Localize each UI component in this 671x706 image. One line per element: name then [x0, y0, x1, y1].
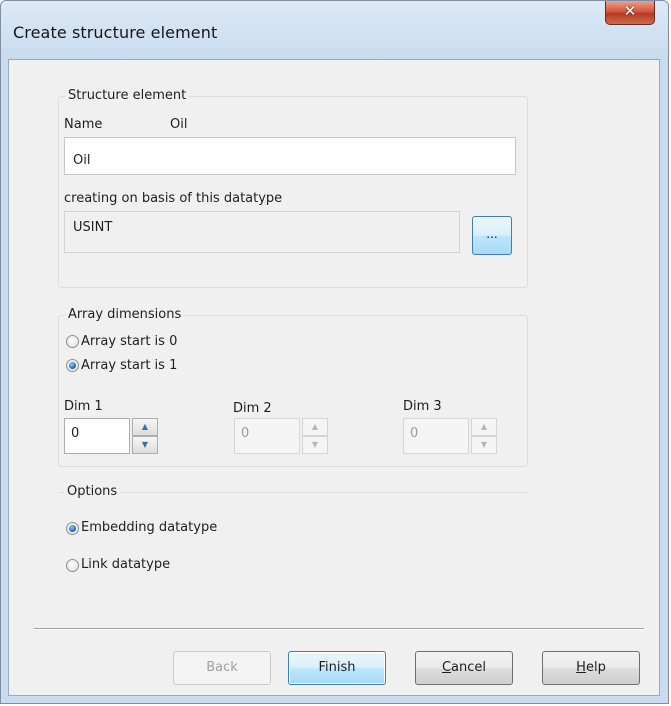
link-datatype-label: Link datatype [81, 557, 171, 572]
name-input[interactable] [64, 137, 516, 175]
back-button[interactable]: Back [173, 651, 271, 685]
dim-1-down-button[interactable]: ▼ [132, 436, 158, 454]
dim-2-value: 0 [234, 418, 300, 454]
datatype-field: USINT [64, 211, 460, 253]
cancel-button[interactable]: Cancel [415, 651, 513, 685]
embedding-datatype-option[interactable]: Embedding datatype [66, 520, 286, 538]
spin-up-icon: ▲ [311, 422, 319, 431]
dim-3-up-button: ▲ [471, 418, 497, 436]
structure-element-group-title: Structure element [65, 88, 190, 103]
dim-1-spinner[interactable]: 0 ▲ ▼ [64, 418, 160, 454]
array-start-1-label: Array start is 1 [81, 358, 178, 373]
array-dimensions-group-title: Array dimensions [65, 307, 185, 322]
array-start-0-label: Array start is 0 [81, 334, 178, 349]
help-label-rest: elp [585, 660, 606, 675]
dim-3-spinner: 0 ▲ ▼ [403, 418, 499, 454]
browse-datatype-button[interactable]: ... [472, 216, 512, 255]
dim-1-label: Dim 1 [64, 399, 103, 414]
array-start-1-radio[interactable] [66, 359, 79, 372]
array-start-1-option[interactable]: Array start is 1 [66, 358, 266, 376]
link-datatype-radio[interactable] [66, 559, 79, 572]
spin-down-icon: ▼ [141, 440, 149, 449]
embedding-datatype-label: Embedding datatype [81, 520, 218, 535]
button-separator [34, 628, 644, 630]
dim-2-up-button: ▲ [302, 418, 328, 436]
dim-3-down-button: ▼ [471, 436, 497, 454]
spin-down-icon: ▼ [311, 440, 319, 449]
name-display: Oil [170, 117, 188, 132]
dim-2-down-button: ▼ [302, 436, 328, 454]
help-button[interactable]: Help [542, 651, 640, 685]
dim-3-label: Dim 3 [403, 399, 442, 414]
dim-2-spinner: 0 ▲ ▼ [234, 418, 330, 454]
dim-3-value: 0 [403, 418, 469, 454]
link-datatype-option[interactable]: Link datatype [66, 557, 286, 575]
datatype-basis-label: creating on basis of this datatype [64, 191, 283, 206]
name-label: Name [64, 117, 103, 132]
finish-button[interactable]: Finish [288, 651, 386, 685]
spin-up-icon: ▲ [480, 422, 488, 431]
cancel-label-rest: ancel [451, 660, 487, 675]
dim-1-value[interactable]: 0 [64, 418, 130, 454]
spin-down-icon: ▼ [480, 440, 488, 449]
dim-1-up-button[interactable]: ▲ [132, 418, 158, 436]
cancel-accelerator: C [441, 660, 452, 675]
spin-up-icon: ▲ [141, 422, 149, 431]
embedding-datatype-radio[interactable] [66, 522, 79, 535]
options-group-title: Options [64, 484, 121, 499]
array-start-0-option[interactable]: Array start is 0 [66, 334, 266, 352]
array-start-0-radio[interactable] [66, 335, 79, 348]
dim-2-label: Dim 2 [233, 401, 272, 416]
help-accelerator: H [576, 660, 586, 675]
